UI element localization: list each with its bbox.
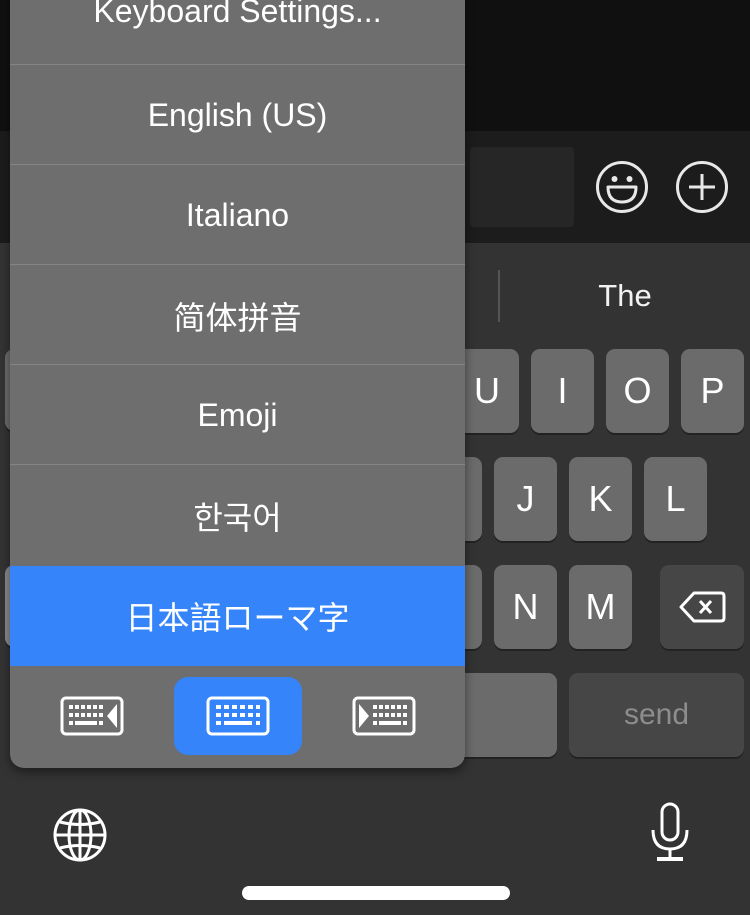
emoji-button[interactable]: [595, 160, 649, 214]
menu-separator: [10, 464, 465, 465]
menu-item-emoji[interactable]: Emoji: [10, 366, 465, 465]
menu-item-label: English (US): [147, 97, 328, 133]
menu-item-japanese-romaji[interactable]: 日本語ローマ字: [10, 566, 465, 666]
menu-item-label: 한국어: [193, 499, 282, 536]
delete-icon: [679, 591, 726, 623]
menu-item-label: 简体拼音: [173, 299, 302, 336]
keyboard-full-icon: [206, 696, 270, 736]
keyboard-left-button[interactable]: [28, 677, 156, 755]
keyboard-full-button[interactable]: [174, 677, 302, 755]
keyboard-left-icon: [60, 696, 124, 736]
menu-item-chinese-pinyin[interactable]: 简体拼音: [10, 266, 465, 365]
menu-item-label: Emoji: [197, 397, 278, 433]
message-input[interactable]: [470, 147, 574, 227]
menu-separator: [10, 64, 465, 65]
key-p[interactable]: P: [681, 349, 744, 433]
microphone-icon: [651, 802, 689, 861]
send-key[interactable]: send: [569, 673, 744, 757]
menu-item-english[interactable]: English (US): [10, 66, 465, 165]
globe-icon: [53, 808, 107, 862]
key-l[interactable]: L: [644, 457, 707, 541]
menu-item-label: Italiano: [185, 197, 290, 233]
menu-separator: [10, 364, 465, 365]
menu-item-korean[interactable]: 한국어: [10, 466, 465, 565]
key-m[interactable]: M: [569, 565, 632, 649]
keyboard-layout-options: [10, 677, 465, 768]
suggestion-the[interactable]: The: [540, 270, 710, 322]
home-indicator[interactable]: [242, 886, 510, 900]
add-button[interactable]: [675, 160, 729, 214]
plus-circle-icon: [676, 161, 728, 213]
menu-separator: [10, 164, 465, 165]
key-k[interactable]: K: [569, 457, 632, 541]
key-i[interactable]: I: [531, 349, 594, 433]
delete-key[interactable]: [660, 565, 744, 649]
keyboard-right-button[interactable]: [320, 677, 448, 755]
keyboard-right-icon: [352, 696, 416, 736]
globe-button[interactable]: [52, 807, 108, 868]
suggestion-divider: [498, 270, 500, 322]
menu-item-italiano[interactable]: Italiano: [10, 166, 465, 265]
menu-item-label: Keyboard Settings...: [93, 0, 382, 29]
language-menu: Keyboard Settings... English (US) Italia…: [10, 0, 465, 768]
key-o[interactable]: O: [606, 349, 669, 433]
menu-item-keyboard-settings[interactable]: Keyboard Settings...: [10, 0, 465, 65]
key-j[interactable]: J: [494, 457, 557, 541]
microphone-button[interactable]: [649, 802, 691, 867]
key-n[interactable]: N: [494, 565, 557, 649]
emoji-icon: [596, 161, 648, 213]
menu-separator: [10, 264, 465, 265]
menu-item-label: 日本語ローマ字: [125, 600, 350, 636]
